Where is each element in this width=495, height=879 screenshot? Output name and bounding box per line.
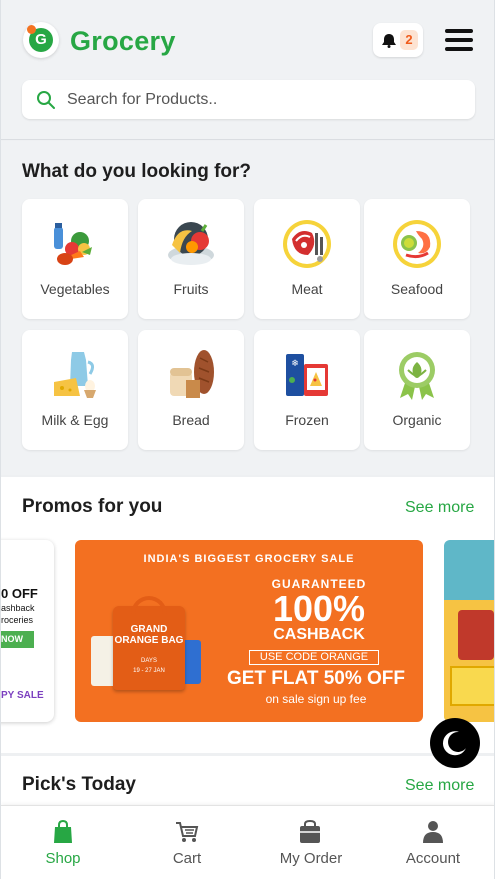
category-label: Organic xyxy=(392,412,442,428)
category-milk-egg[interactable]: Milk & Egg xyxy=(22,330,128,450)
promo-cashback: CASHBACK xyxy=(273,626,365,643)
nav-my-order[interactable]: My Order xyxy=(269,806,353,879)
nav-label: Shop xyxy=(45,850,81,867)
nav-cart[interactable]: Cart xyxy=(147,806,227,879)
nav-label: Account xyxy=(405,850,461,867)
brand-title: Grocery xyxy=(70,26,176,56)
bag-dates: 19 - 27 JAN xyxy=(133,668,165,674)
categories-title: What do you looking for? xyxy=(22,161,252,182)
notification-badge: 2 xyxy=(400,30,418,50)
organic-icon xyxy=(399,352,435,400)
promo-percent: 100% xyxy=(272,588,366,629)
svg-text:❄: ❄ xyxy=(291,359,299,369)
nav-account[interactable]: Account xyxy=(397,806,469,879)
promo-left-line2: ashback xyxy=(1,603,35,613)
bag-days: DAYS xyxy=(141,658,157,664)
promo-offer: GET FLAT 50% OFF xyxy=(226,668,406,689)
promo-left-line3: roceries xyxy=(1,615,34,625)
promos-section: Promos for you See more 0 OFF ashback ro… xyxy=(1,477,494,753)
category-fruits[interactable]: Fruits xyxy=(138,199,244,319)
notification-button[interactable]: 2 xyxy=(373,23,423,57)
promo-headline: INDIA'S BIGGEST GROCERY SALE xyxy=(143,553,355,565)
category-bread[interactable]: Bread xyxy=(138,330,244,450)
order-bag-icon xyxy=(300,820,320,843)
promo-subtext: on sale sign up fee xyxy=(265,692,367,706)
category-label: Frozen xyxy=(285,412,329,428)
category-label: Seafood xyxy=(390,281,444,297)
header: G Grocery 2 xyxy=(1,0,494,140)
hamburger-menu-icon[interactable] xyxy=(445,29,473,51)
search-input[interactable] xyxy=(67,80,467,119)
moon-icon xyxy=(442,731,466,756)
category-label: Bread xyxy=(172,412,210,428)
fruits-icon xyxy=(168,222,214,265)
category-frozen[interactable]: ❄ Frozen xyxy=(254,330,360,450)
bag-title: GRAND ORANGE BAG xyxy=(114,624,184,646)
category-label: Fruits xyxy=(173,281,209,297)
meat-icon xyxy=(283,220,331,268)
promo-left-brand: PY SALE xyxy=(1,690,44,701)
promos-see-more-link[interactable]: See more xyxy=(405,499,474,517)
category-vegetables[interactable]: Vegetables xyxy=(22,199,128,319)
promo-left-button: NOW xyxy=(1,631,34,648)
promos-title: Promos for you xyxy=(22,496,163,517)
logo-dot xyxy=(27,25,36,34)
category-label: Vegetables xyxy=(40,281,110,297)
category-organic[interactable]: Organic xyxy=(364,330,470,450)
app-screen: G Grocery 2 What do you looking for? xyxy=(0,0,495,879)
milk-egg-icon xyxy=(54,352,96,398)
shopping-bag-icon xyxy=(54,820,72,843)
promo-banner-right[interactable] xyxy=(444,540,494,722)
nav-label: My Order xyxy=(279,850,343,867)
promo-left-line1: 0 OFF xyxy=(1,586,38,601)
category-meat[interactable]: Meat xyxy=(254,199,360,319)
promo-code: USE CODE ORANGE xyxy=(249,650,379,665)
promo-banner-main[interactable]: INDIA'S BIGGEST GROCERY SALE GRAND ORANG… xyxy=(75,540,423,722)
category-label: Meat xyxy=(291,281,323,297)
app-logo[interactable]: G xyxy=(23,22,59,58)
picks-see-more-link[interactable]: See more xyxy=(405,777,474,795)
search-icon xyxy=(37,91,55,109)
categories-section: What do you looking for? Vegetables Frui… xyxy=(1,141,494,475)
user-icon xyxy=(423,821,443,843)
search-bar xyxy=(22,80,475,119)
vegetables-icon xyxy=(54,223,92,265)
promo-banner-left[interactable]: 0 OFF ashback roceries NOW PY SALE xyxy=(1,540,54,722)
bottom-navigation: Shop Cart My Order Account xyxy=(1,805,494,879)
category-seafood[interactable]: Seafood xyxy=(364,199,470,319)
cart-icon xyxy=(176,822,199,842)
nav-shop[interactable]: Shop xyxy=(23,806,103,879)
grand-orange-bag-illustration: GRAND ORANGE BAG DAYS 19 - 27 JAN xyxy=(91,596,209,696)
seafood-icon xyxy=(393,220,441,268)
picks-title: Pick's Today xyxy=(22,774,136,795)
category-label: Milk & Egg xyxy=(41,412,109,428)
bread-icon xyxy=(170,350,214,398)
nav-label: Cart xyxy=(172,850,202,867)
bell-icon xyxy=(382,34,396,48)
dark-mode-toggle[interactable] xyxy=(430,718,480,768)
frozen-icon: ❄ xyxy=(286,354,328,396)
